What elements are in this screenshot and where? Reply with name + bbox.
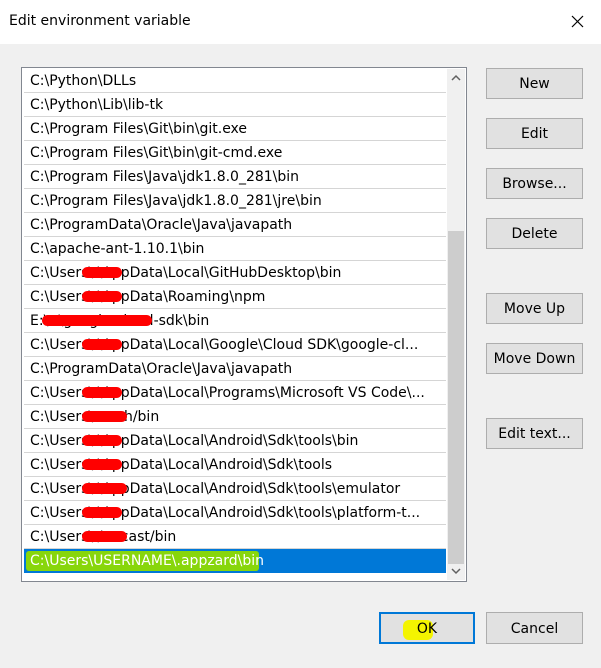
redaction-mark (42, 315, 152, 326)
path-text: C:\Program Files\Java\jdk1.8.0_281\jre\b… (30, 193, 322, 209)
path-text: C:\Users\ \AppData\Roaming\npm (30, 289, 266, 305)
path-list-item[interactable]: C:\Program Files\Git\bin\git.exe (24, 117, 446, 141)
path-list-item[interactable]: C:\Users\ \AppData\Roaming\npm (24, 285, 446, 309)
vertical-scrollbar[interactable] (447, 69, 465, 580)
scrollbar-thumb[interactable] (448, 231, 464, 564)
redaction-mark (82, 507, 122, 518)
close-button[interactable] (555, 0, 601, 44)
path-list-item[interactable]: C:\Users\ \AppData\Local\GitHubDesktop\b… (24, 261, 446, 285)
path-text: C:\Program Files\Java\jdk1.8.0_281\bin (30, 169, 300, 185)
path-list-item[interactable]: E:\ r\google-cloud-sdk\bin (24, 309, 446, 333)
edit-button[interactable]: Edit (486, 118, 583, 149)
path-list-item[interactable]: C:\Python\DLLs (24, 69, 446, 93)
cancel-button[interactable]: Cancel (486, 612, 583, 644)
ok-button-label: OK (416, 621, 438, 637)
scroll-down-button[interactable] (447, 562, 465, 580)
move-down-button[interactable]: Move Down (486, 343, 583, 374)
path-text: C:\Users\ \AppData\Local\GitHubDesktop\b… (30, 265, 342, 281)
title-bar: Edit environment variable (0, 0, 601, 44)
path-list-item[interactable]: C:\Users\ .rush/bin (24, 405, 446, 429)
delete-button[interactable]: Delete (486, 218, 583, 249)
path-text: C:\ProgramData\Oracle\Java\javapath (30, 217, 293, 233)
path-list-item[interactable]: C:\ProgramData\Oracle\Java\javapath (24, 357, 446, 381)
path-text: C:\Users\ \AppData\Local\Android\Sdk\too… (30, 433, 359, 449)
path-list-item[interactable]: C:\Program Files\Java\jdk1.8.0_281\jre\b… (24, 189, 446, 213)
path-list-item[interactable]: C:\Users\ \AppData\Local\Google\Cloud SD… (24, 333, 446, 357)
browse-button[interactable]: Browse... (486, 168, 583, 199)
redaction-mark (82, 267, 122, 278)
redaction-mark (82, 339, 122, 350)
path-list-item[interactable]: C:\Users\ \AppData\Local\Android\Sdk\too… (24, 429, 446, 453)
close-icon (571, 15, 584, 28)
path-list-items: C:\Python\DLLs C:\Python\Lib\lib-tk C:\Pro… (24, 69, 446, 573)
path-text: C:\Users\ \AppData\Local\Android\Sdk\too… (30, 457, 333, 473)
scroll-up-button[interactable] (447, 69, 465, 87)
path-list-item[interactable]: C:\Users\ \AppData\Local\Programs\Micros… (24, 381, 446, 405)
redaction-mark (82, 459, 122, 470)
path-list-item[interactable]: C:\Users\ \AppData\Local\Android\Sdk\too… (24, 501, 446, 525)
path-list-item[interactable]: C:\Program Files\Git\bin\git-cmd.exe (24, 141, 446, 165)
redaction-mark (82, 483, 127, 494)
redaction-mark (82, 387, 122, 398)
new-button[interactable]: New (486, 68, 583, 99)
path-list-item[interactable]: C:\apache-ant-1.10.1\bin (24, 237, 446, 261)
path-text: C:\ProgramData\Oracle\Java\javapath (30, 361, 293, 377)
redaction-mark (82, 411, 127, 422)
path-list-item[interactable]: C:\Python\Lib\lib-tk (24, 93, 446, 117)
path-list-item[interactable]: C:\Users\ \AppData\Local\Android\Sdk\too… (24, 477, 446, 501)
path-text: C:\Program Files\Git\bin\git.exe (30, 121, 248, 137)
path-list[interactable]: C:\Python\DLLs C:\Python\Lib\lib-tk C:\Pro… (21, 67, 467, 582)
path-text: C:\apache-ant-1.10.1\bin (30, 241, 205, 257)
chevron-up-icon (451, 74, 461, 81)
path-text: C:\Program Files\Git\bin\git-cmd.exe (30, 145, 283, 161)
edit-text-button[interactable]: Edit text... (486, 418, 583, 449)
redaction-mark (82, 531, 127, 542)
redaction-mark (82, 291, 122, 302)
chevron-down-icon (451, 568, 461, 575)
ok-button[interactable]: OK (379, 612, 475, 644)
path-text: C:\Python\Lib\lib-tk (30, 97, 164, 113)
path-text: C:\Users\USERNAME\.appzard\bin (30, 553, 265, 569)
redaction-mark (82, 435, 122, 446)
move-up-button[interactable]: Move Up (486, 293, 583, 324)
path-list-item[interactable]: C:\Users\ \AppData\Local\Android\Sdk\too… (24, 453, 446, 477)
path-text: C:\Python\DLLs (30, 73, 137, 89)
path-list-item-selected[interactable]: C:\Users\USERNAME\.appzard\bin (24, 549, 446, 573)
path-list-item[interactable]: C:\Program Files\Java\jdk1.8.0_281\bin (24, 165, 446, 189)
path-list-item[interactable]: C:\Users\ /.recast/bin (24, 525, 446, 549)
window-title: Edit environment variable (9, 13, 191, 29)
path-list-item[interactable]: C:\ProgramData\Oracle\Java\javapath (24, 213, 446, 237)
